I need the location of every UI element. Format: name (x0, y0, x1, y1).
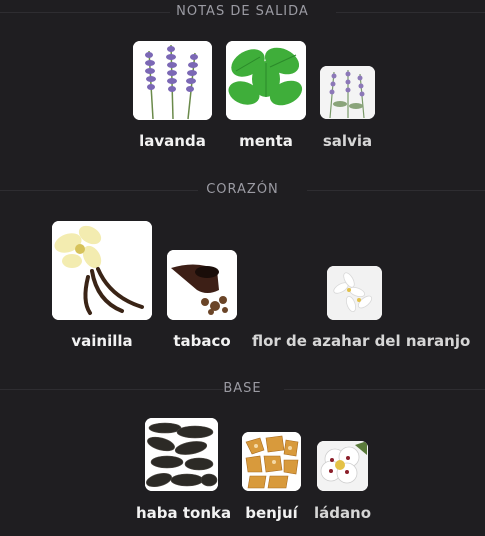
tonka-bean-image[interactable] (145, 418, 218, 491)
note-label-salvia: salvia (322, 132, 373, 150)
section-header-base: BASE (0, 379, 485, 399)
section-title: BASE (223, 381, 262, 396)
vanilla-image[interactable] (52, 221, 152, 320)
mint-image[interactable] (226, 41, 306, 120)
lavender-image[interactable] (133, 41, 212, 120)
section-header-heart: CORAZÓN (0, 180, 485, 200)
section-title: NOTAS DE SALIDA (176, 4, 309, 19)
tobacco-pipe-image[interactable] (167, 250, 237, 320)
note-label-ladano: ládano (313, 504, 372, 522)
note-label-tabaco: tabaco (173, 332, 231, 350)
benzoin-image[interactable] (242, 432, 301, 491)
note-label-azahar: flor de azahar del naranjo (252, 332, 471, 350)
section-title: CORAZÓN (206, 182, 279, 197)
note-label-haba-tonka: haba tonka (136, 504, 232, 522)
orange-blossom-image[interactable] (327, 266, 382, 320)
note-label-benjui: benjuí (245, 504, 298, 522)
sage-image[interactable] (320, 66, 375, 119)
note-label-lavanda: lavanda (139, 132, 206, 150)
labdanum-image[interactable] (317, 441, 368, 491)
section-header-top: NOTAS DE SALIDA (0, 2, 485, 22)
note-label-menta: menta (239, 132, 293, 150)
note-label-vainilla: vainilla (71, 332, 133, 350)
